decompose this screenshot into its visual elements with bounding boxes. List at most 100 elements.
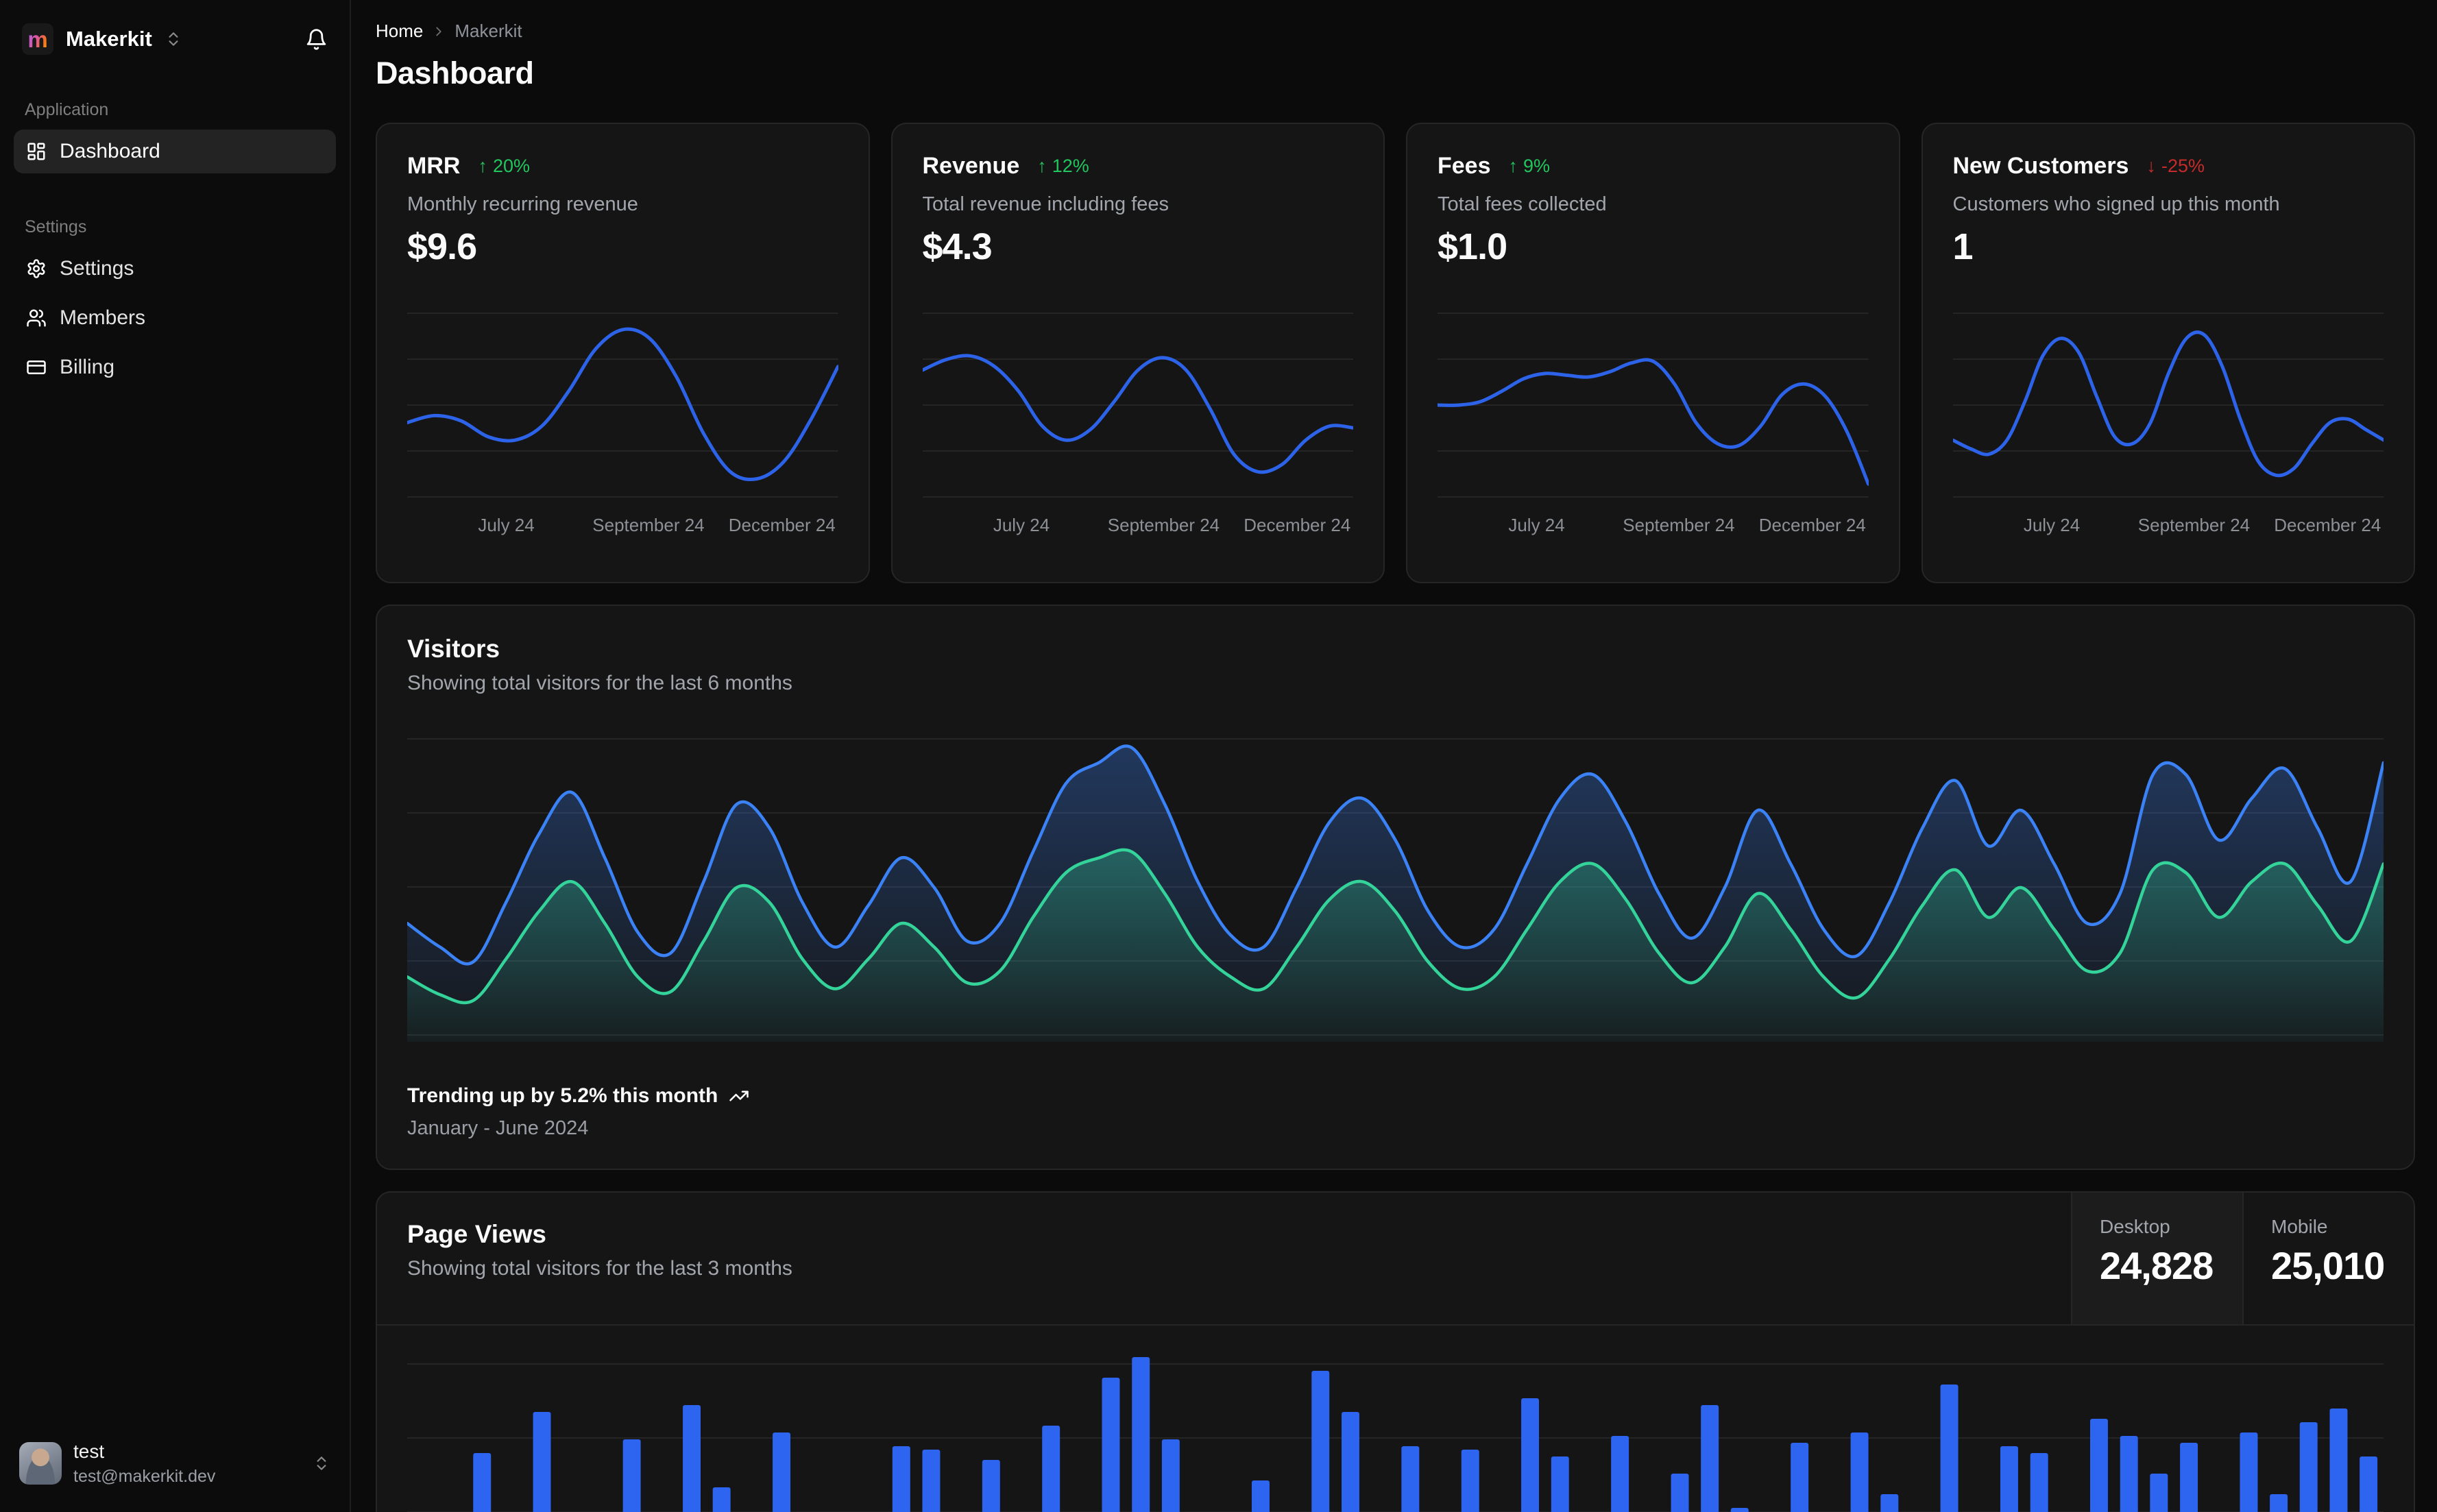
sidebar-item-label: Members xyxy=(60,306,146,329)
section-label: Settings xyxy=(25,217,87,236)
chevrons-up-down-icon xyxy=(169,32,178,46)
x-tick: September 24 xyxy=(1623,515,1735,535)
x-axis-labels: July 24 September 24 December 24 xyxy=(407,515,838,537)
stat-card-mrr: MRR ↑ 20% Monthly recurring revenue $9.6 … xyxy=(376,123,870,583)
sidebar-item-label: Dashboard xyxy=(60,140,160,162)
stat-title: New Customers xyxy=(1952,153,2129,179)
visitors-trend-text: Trending up by 5.2% this month xyxy=(407,1084,718,1107)
main-content: Home Makerkit Dashboard MRR ↑ 20% Monthly… xyxy=(351,0,2437,1512)
bell-icon xyxy=(306,28,326,50)
stat-title: MRR xyxy=(407,153,461,179)
arrow-up-icon: ↑ xyxy=(478,156,487,176)
page-views-subtitle: Showing total visitors for the last 3 mo… xyxy=(407,1257,792,1280)
page-views-card: Page Views Showing total visitors for th… xyxy=(376,1191,2415,1512)
user-menu[interactable]: test test@makerkit.dev xyxy=(14,1435,336,1491)
visitors-area-chart xyxy=(407,738,2384,1042)
workspace-selector[interactable]: m Makerkit xyxy=(14,18,336,60)
trend-badge: ↓ -25% xyxy=(2146,156,2205,177)
x-tick: July 24 xyxy=(1508,515,1565,535)
credit-card-icon xyxy=(26,357,47,378)
user-email: test@makerkit.dev xyxy=(73,1466,216,1486)
mrr-sparkline-chart xyxy=(407,313,838,498)
arrow-down-icon: ↓ xyxy=(2146,156,2156,176)
nav-section-settings: Settings Settings Members Billing xyxy=(14,217,336,389)
x-tick: July 24 xyxy=(2023,515,2081,535)
tab-value: 25,010 xyxy=(2271,1244,2385,1287)
x-axis-labels: July 24 September 24 December 24 xyxy=(1953,515,2384,537)
visitors-card: Visitors Showing total visitors for the … xyxy=(376,605,2415,1170)
breadcrumb-home-link[interactable]: Home xyxy=(376,21,423,42)
stat-subtitle: Customers who signed up this month xyxy=(1952,193,2280,215)
stat-value: $1.0 xyxy=(1438,226,1507,267)
stat-cards-row: MRR ↑ 20% Monthly recurring revenue $9.6 … xyxy=(376,123,2415,583)
trend-badge: ↑ 20% xyxy=(478,156,530,177)
visitors-title: Visitors xyxy=(407,635,500,663)
layout-dashboard-icon xyxy=(26,141,47,162)
chevron-right-icon xyxy=(431,24,446,39)
page-views-header: Page Views Showing total visitors for th… xyxy=(377,1193,2414,1326)
user-meta: test test@makerkit.dev xyxy=(73,1439,215,1487)
stat-value: $4.3 xyxy=(922,226,993,267)
x-tick: July 24 xyxy=(478,515,535,535)
trending-up-icon xyxy=(729,1086,749,1106)
tab-mobile[interactable]: Mobile 25,010 xyxy=(2242,1193,2414,1324)
stat-value: $9.6 xyxy=(407,226,477,267)
stat-value: 1 xyxy=(1952,226,1974,267)
tab-desktop[interactable]: Desktop 24,828 xyxy=(2071,1193,2242,1324)
notifications-button[interactable] xyxy=(305,28,328,51)
breadcrumb-workspace[interactable]: Makerkit xyxy=(454,21,522,42)
page-views-title: Page Views xyxy=(407,1220,546,1248)
fees-sparkline-chart xyxy=(1438,313,1869,498)
stat-card-revenue: Revenue ↑ 12% Total revenue including fee… xyxy=(890,123,1385,583)
x-axis-labels: July 24 September 24 December 24 xyxy=(923,515,1354,537)
x-tick: September 24 xyxy=(592,515,705,535)
new-customers-sparkline-chart xyxy=(1952,313,2384,498)
logo-letter: m xyxy=(27,26,48,52)
sidebar: m Makerkit Application Dashboard Setting… xyxy=(0,0,351,1512)
stat-title: Revenue xyxy=(922,153,1020,179)
stat-title: Fees xyxy=(1438,153,1491,179)
trend-value: 9% xyxy=(1523,156,1551,176)
user-name: test xyxy=(73,1440,105,1462)
makerkit-logo: m xyxy=(22,23,53,55)
nav-section-application: Application Dashboard xyxy=(14,100,336,173)
revenue-sparkline-chart xyxy=(922,313,1353,498)
gear-icon xyxy=(26,258,47,279)
trend-badge: ↑ 12% xyxy=(1037,156,1089,177)
users-icon xyxy=(26,308,47,328)
stat-subtitle: Total revenue including fees xyxy=(922,193,1169,215)
sidebar-item-billing[interactable]: Billing xyxy=(14,345,336,389)
page-views-toggle-group: Desktop 24,828 Mobile 25,010 xyxy=(2071,1193,2414,1324)
visitors-period: January - June 2024 xyxy=(407,1117,589,1139)
sidebar-item-dashboard[interactable]: Dashboard xyxy=(14,130,336,173)
x-tick: December 24 xyxy=(728,515,836,535)
sidebar-item-settings[interactable]: Settings xyxy=(14,247,336,291)
stat-card-fees: Fees ↑ 9% Total fees collected $1.0 July … xyxy=(1406,123,1900,583)
sidebar-item-label: Billing xyxy=(60,356,115,378)
trend-value: 20% xyxy=(492,156,530,176)
trend-badge: ↑ 9% xyxy=(1509,156,1551,177)
x-tick: September 24 xyxy=(1107,515,1220,535)
sidebar-item-label: Settings xyxy=(60,257,134,280)
tab-label: Mobile xyxy=(2271,1216,2328,1237)
x-tick: December 24 xyxy=(1244,515,1351,535)
arrow-up-icon: ↑ xyxy=(1037,156,1047,176)
tab-value: 24,828 xyxy=(2100,1244,2214,1287)
stat-subtitle: Monthly recurring revenue xyxy=(407,193,638,215)
trend-value: -25% xyxy=(2161,156,2205,176)
visitors-subtitle: Showing total visitors for the last 6 mo… xyxy=(407,672,792,694)
arrow-up-icon: ↑ xyxy=(1508,156,1518,176)
tab-label: Desktop xyxy=(2100,1216,2170,1237)
page-title: Dashboard xyxy=(376,56,534,90)
x-tick: July 24 xyxy=(993,515,1050,535)
x-axis-labels: July 24 September 24 December 24 xyxy=(1438,515,1869,537)
avatar xyxy=(19,1441,62,1485)
x-tick: September 24 xyxy=(2137,515,2251,535)
chevrons-up-down-icon xyxy=(317,1456,326,1470)
page-views-bar-chart xyxy=(407,1357,2384,1512)
breadcrumb: Home Makerkit xyxy=(376,21,2415,42)
x-tick: December 24 xyxy=(2274,515,2381,535)
stat-subtitle: Total fees collected xyxy=(1438,193,1607,215)
sidebar-item-members[interactable]: Members xyxy=(14,296,336,340)
trend-value: 12% xyxy=(1052,156,1089,176)
